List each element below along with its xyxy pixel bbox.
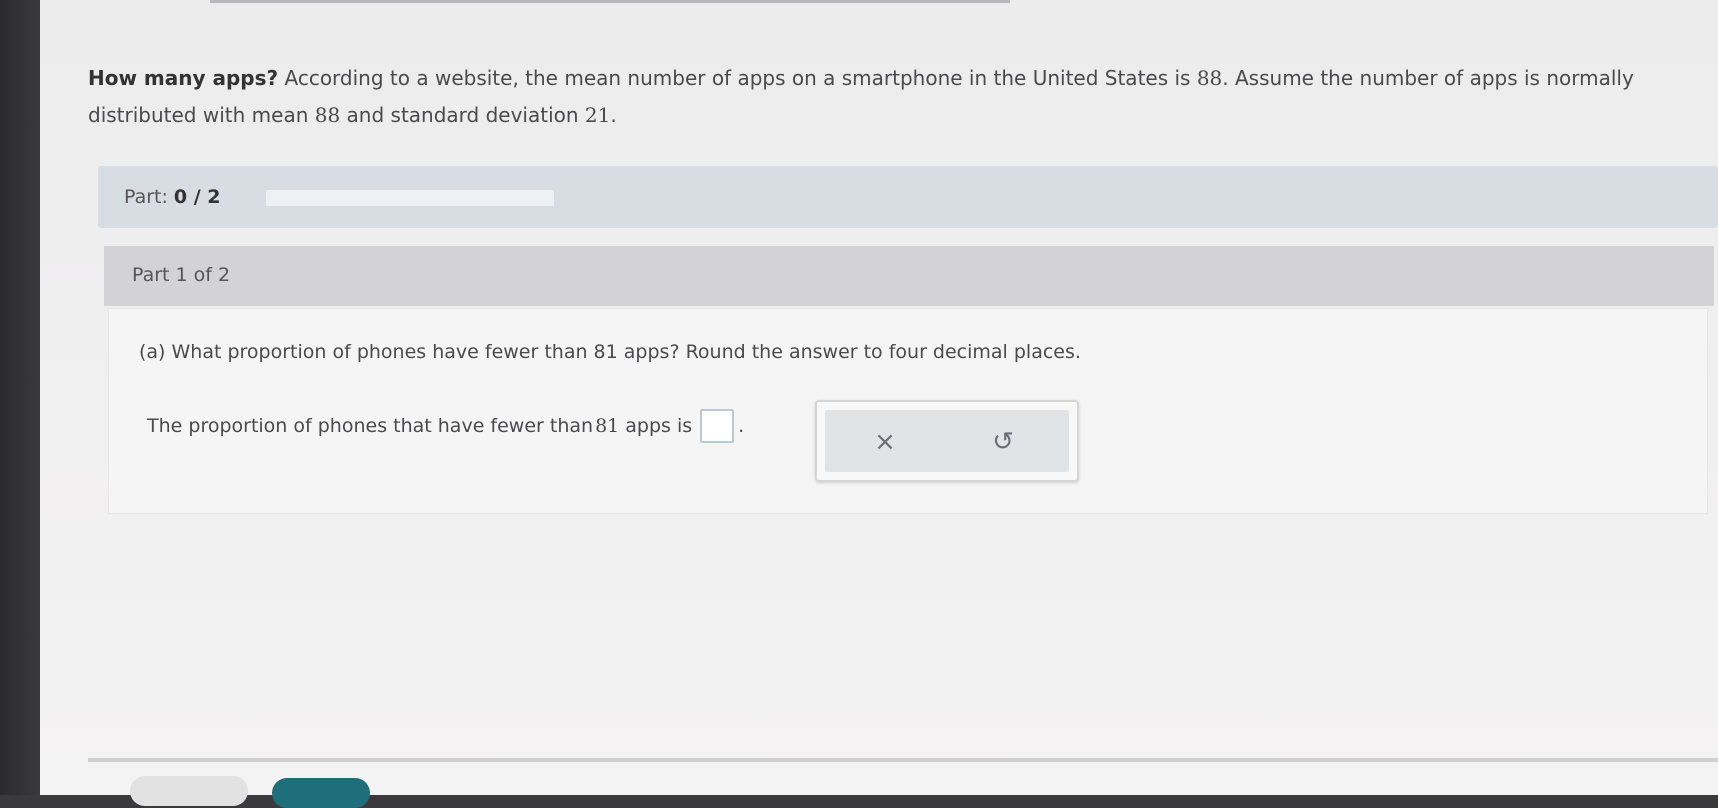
problem-title: How many apps? bbox=[88, 66, 279, 90]
part-progress-count: 0 / 2 bbox=[173, 186, 221, 208]
part-header: Part 1 of 2 bbox=[104, 246, 1714, 306]
answer-period: . bbox=[738, 415, 745, 437]
footer-divider bbox=[88, 758, 1718, 762]
question-panel: (a) What proportion of phones have fewer… bbox=[108, 308, 1708, 514]
problem-text-4: . bbox=[610, 103, 617, 127]
sd-value: 21 bbox=[584, 103, 611, 127]
answer-prefix: The proportion of phones that have fewer… bbox=[147, 415, 594, 437]
part-label-text: Part: bbox=[124, 186, 168, 208]
part-progress-label: Part: 0 / 2 bbox=[124, 186, 221, 208]
answer-tools: × ↺ bbox=[815, 400, 1079, 482]
secondary-button[interactable] bbox=[130, 776, 248, 806]
question-text: (a) What proportion of phones have fewer… bbox=[139, 341, 1081, 363]
problem-statement: How many apps? According to a website, t… bbox=[88, 60, 1718, 134]
answer-sentence: The proportion of phones that have fewer… bbox=[147, 409, 744, 443]
clear-button[interactable]: × bbox=[865, 422, 905, 462]
top-divider bbox=[210, 0, 1010, 3]
answer-tools-inner: × ↺ bbox=[825, 410, 1069, 472]
part-header-label: Part 1 of 2 bbox=[132, 264, 231, 286]
answer-number: 81 bbox=[595, 415, 620, 437]
undo-icon: ↺ bbox=[992, 427, 1014, 457]
mean-value-2: 88 bbox=[314, 103, 341, 127]
problem-text-3: and standard deviation bbox=[340, 103, 585, 127]
browser-page: How many apps? According to a website, t… bbox=[40, 0, 1718, 808]
mean-value: 88 bbox=[1196, 66, 1223, 90]
problem-text-1: According to a website, the mean number … bbox=[278, 66, 1197, 90]
progress-track bbox=[266, 190, 554, 206]
undo-button[interactable]: ↺ bbox=[983, 422, 1023, 462]
close-icon: × bbox=[874, 427, 896, 457]
primary-button[interactable] bbox=[272, 778, 370, 808]
answer-suffix: apps is bbox=[619, 415, 693, 437]
part-progress-bar: Part: 0 / 2 bbox=[98, 166, 1718, 228]
answer-input[interactable] bbox=[700, 409, 735, 443]
